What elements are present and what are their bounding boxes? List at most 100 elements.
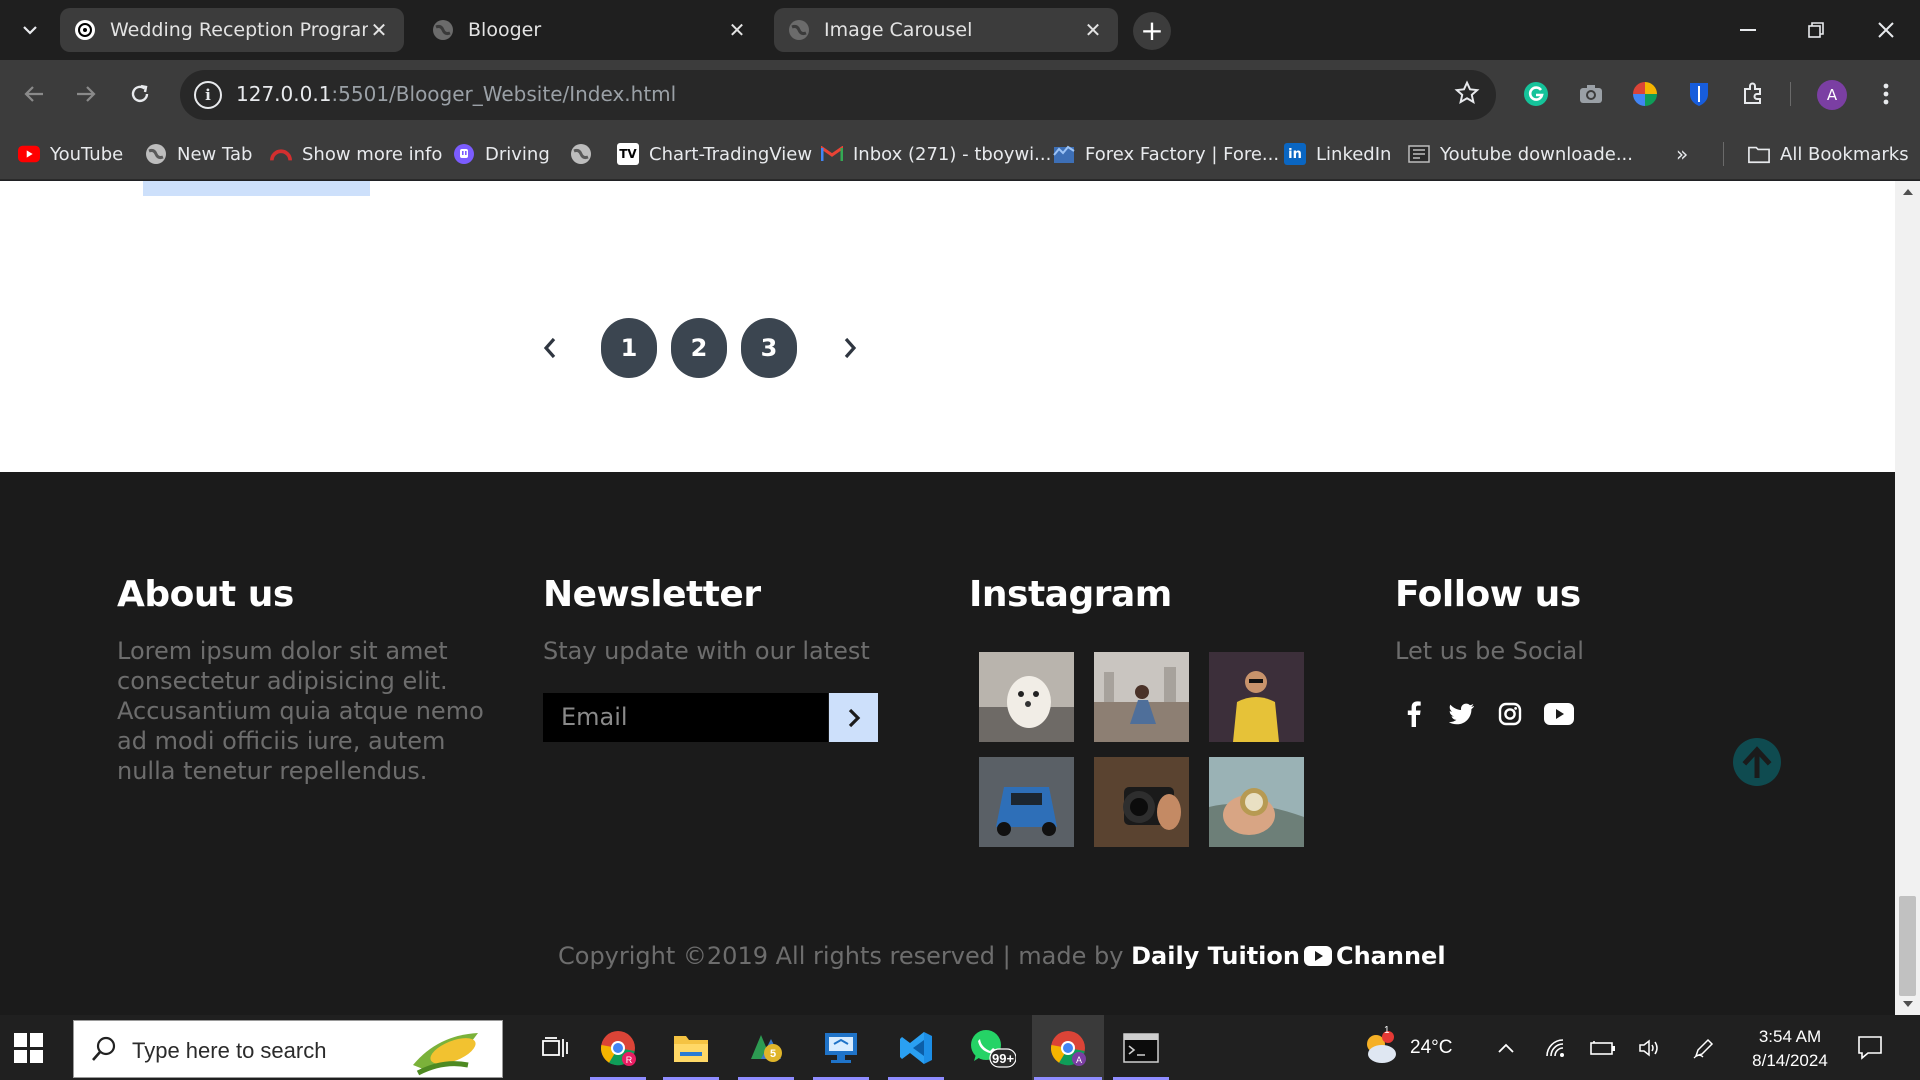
bookmark-star-icon[interactable] <box>1454 80 1480 106</box>
instagram-photo-camera[interactable] <box>1094 757 1189 847</box>
bookmark-globe[interactable] <box>570 138 602 170</box>
bookmark-linkedin[interactable]: in LinkedIn <box>1284 138 1391 170</box>
taskbar-vscode[interactable] <box>886 1015 946 1080</box>
taskbar-chrome-profile-a[interactable]: A <box>1032 1015 1104 1080</box>
clock-date: 8/14/2024 <box>1752 1051 1828 1070</box>
profile-avatar[interactable]: A <box>1817 80 1847 110</box>
tab-image-carousel[interactable]: Image Carousel ✕ <box>774 8 1118 52</box>
tab-title: Wedding Reception Program D <box>110 19 368 41</box>
previous-page-button[interactable] <box>536 334 564 362</box>
instagram-icon[interactable] <box>1496 700 1524 728</box>
restore-button[interactable] <box>1796 12 1836 48</box>
instagram-photo-compass[interactable] <box>1209 757 1304 847</box>
taskbar-terminal[interactable] <box>1111 1015 1171 1080</box>
instagram-photo-dog[interactable] <box>979 652 1074 742</box>
copyright-brand[interactable]: Daily Tuition Channel <box>1131 942 1445 970</box>
tab-search-button[interactable] <box>14 14 46 46</box>
chevron-down-icon <box>23 26 37 35</box>
tab-wedding-program[interactable]: Wedding Reception Program D ✕ <box>60 8 404 52</box>
bookmark-driving[interactable]: Driving <box>453 138 550 170</box>
tab-blooger[interactable]: Blooger ✕ <box>418 8 762 52</box>
grammarly-extension[interactable] <box>1520 78 1552 110</box>
url-text[interactable]: 127.0.0.1:5501/Blooger_Website/Index.htm… <box>236 82 676 106</box>
globe-icon <box>145 143 167 165</box>
taskbar-search-box[interactable]: Type here to search <box>73 1020 503 1078</box>
wifi-icon <box>1546 1038 1564 1057</box>
bookmark-label: New Tab <box>177 143 253 165</box>
weather-temperature: 24°C <box>1410 1036 1453 1058</box>
bookmarks-overflow-button[interactable]: » <box>1676 142 1688 166</box>
bookmark-show-more-info[interactable]: Show more info <box>270 138 442 170</box>
volume-button[interactable] <box>1638 1015 1662 1080</box>
downloader-icon <box>1408 143 1430 165</box>
newsletter-submit-button[interactable] <box>829 693 878 742</box>
youtube-icon[interactable] <box>1544 700 1574 728</box>
minimize-button[interactable] <box>1728 12 1768 48</box>
instagram-photo-woman[interactable] <box>1094 652 1189 742</box>
forexfactory-icon <box>1053 143 1075 165</box>
arrow-left-icon <box>24 86 43 102</box>
facebook-icon[interactable] <box>1400 700 1428 728</box>
page-number-3[interactable]: 3 <box>741 318 797 378</box>
notification-center-icon[interactable] <box>1856 1033 1884 1061</box>
reload-button[interactable] <box>122 76 158 112</box>
weather-widget[interactable]: 1 24°C <box>1360 1015 1452 1080</box>
bookmark-forex-factory[interactable]: Forex Factory | Fore... <box>1053 138 1279 170</box>
pen-workspace-button[interactable] <box>1693 1015 1715 1080</box>
close-icon[interactable]: ✕ <box>1082 18 1104 42</box>
newsletter-email-input[interactable]: Email <box>543 693 828 742</box>
chevron-up-icon <box>1498 1043 1514 1053</box>
vscode-icon <box>900 1031 932 1064</box>
newsletter-heading: Newsletter <box>543 574 761 615</box>
instagram-photo-car[interactable] <box>979 757 1074 847</box>
bookmark-tradingview[interactable]: TV Chart-TradingView <box>617 138 812 170</box>
browser-menu-button[interactable] <box>1872 76 1900 112</box>
page-number-2[interactable]: 2 <box>671 318 727 378</box>
show-hidden-icons-button[interactable] <box>1497 1015 1515 1080</box>
back-button[interactable] <box>16 76 52 112</box>
address-bar[interactable]: i 127.0.0.1:5501/Blooger_Website/Index.h… <box>180 70 1496 120</box>
bookmark-youtube[interactable]: YouTube <box>18 138 123 170</box>
scrollbar-thumb[interactable] <box>1899 896 1916 996</box>
bookmark-gmail[interactable]: Inbox (271) - tboywi... <box>821 138 1051 170</box>
network-button[interactable] <box>1545 1015 1567 1080</box>
bookmark-new-tab[interactable]: New Tab <box>145 138 252 170</box>
taskbar-file-explorer[interactable] <box>661 1015 721 1080</box>
taskbar-metatrader[interactable]: 5 <box>736 1015 796 1080</box>
scroll-down-arrow-icon[interactable] <box>1903 1001 1913 1007</box>
svg-text:A: A <box>1076 1055 1082 1065</box>
taskbar-clock[interactable]: 3:54 AM 8/14/2024 <box>1740 1025 1840 1073</box>
bookmark-youtube-downloader[interactable]: Youtube downloade... <box>1408 138 1633 170</box>
bitwarden-extension[interactable] <box>1683 78 1715 110</box>
back-to-top-button[interactable] <box>1733 738 1781 786</box>
bookmark-label: YouTube <box>50 143 124 165</box>
screenshot-extension[interactable] <box>1575 78 1607 110</box>
forward-button[interactable] <box>68 76 104 112</box>
bookmark-label: Show more info <box>302 143 443 165</box>
new-tab-button[interactable]: + <box>1133 12 1171 50</box>
page-number-1[interactable]: 1 <box>601 318 657 378</box>
camera-icon <box>1580 85 1602 103</box>
chrome-icon: R <box>600 1030 636 1066</box>
twitter-icon[interactable] <box>1448 700 1476 728</box>
window-close-button[interactable] <box>1866 12 1906 48</box>
battery-button[interactable] <box>1590 1015 1616 1080</box>
taskbar-remote-desktop[interactable] <box>811 1015 871 1080</box>
next-page-button[interactable] <box>836 334 864 362</box>
instagram-photo-man[interactable] <box>1209 652 1304 742</box>
windows-start-button[interactable] <box>14 1033 44 1063</box>
toolbar-divider <box>1790 82 1791 106</box>
social-links <box>1400 700 1594 728</box>
taskbar-whatsapp[interactable]: 99+ <box>962 1015 1022 1080</box>
page-scrollbar[interactable] <box>1895 181 1920 1015</box>
taskbar-chrome-profile-r[interactable]: R <box>588 1015 648 1080</box>
folder-icon <box>1748 143 1770 165</box>
all-bookmarks-button[interactable]: All Bookmarks <box>1748 138 1909 170</box>
color-picker-extension[interactable] <box>1629 78 1661 110</box>
scroll-up-arrow-icon[interactable] <box>1903 189 1913 195</box>
task-view-button[interactable] <box>525 1015 585 1080</box>
extensions-button[interactable] <box>1737 78 1769 110</box>
close-icon[interactable]: ✕ <box>368 18 390 42</box>
close-icon[interactable]: ✕ <box>726 18 748 42</box>
site-info-icon[interactable]: i <box>194 81 222 109</box>
